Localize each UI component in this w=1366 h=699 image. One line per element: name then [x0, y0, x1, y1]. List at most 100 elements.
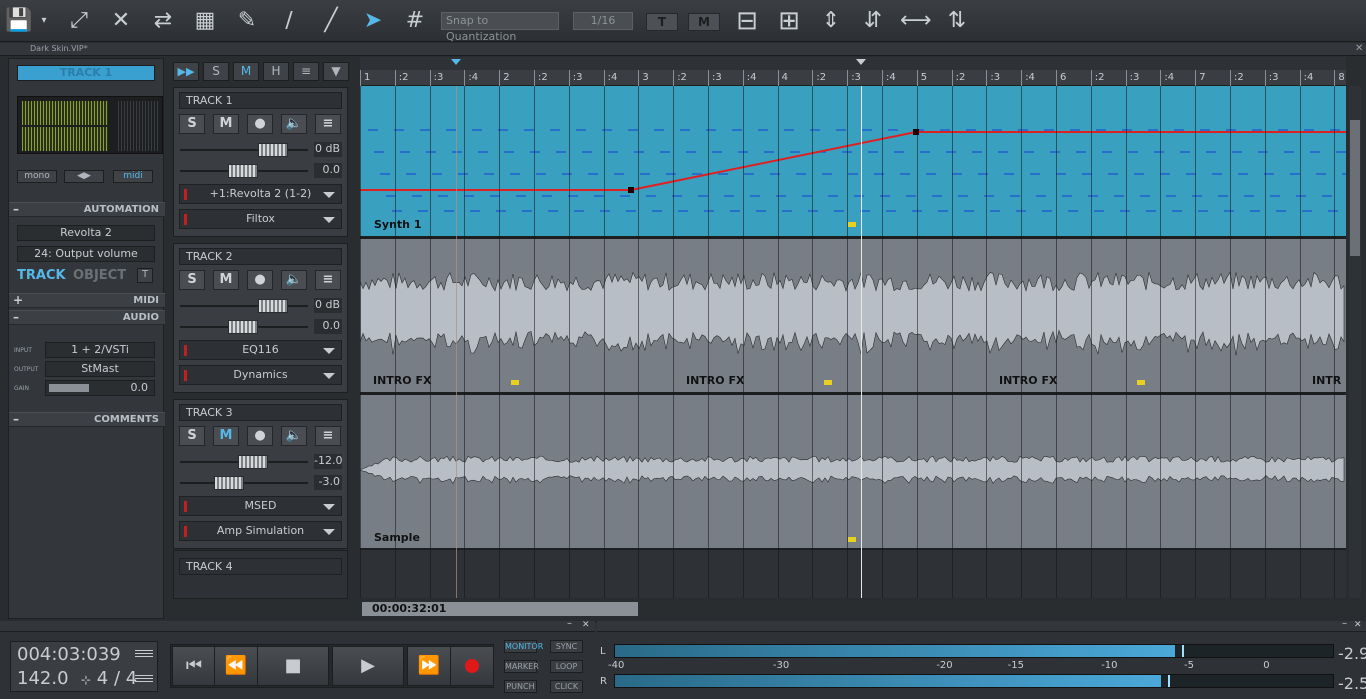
close-icon[interactable]: ✕ — [1354, 620, 1362, 630]
automation-parameter[interactable]: 24: Output volume — [17, 246, 155, 262]
close-icon[interactable]: ✕ — [582, 620, 590, 630]
timeline-ruler[interactable]: 1:2:3:4 2:2:3:4 3:2:3:4 4:2:3:4 5:2:3:4 6:2:3… — [360, 70, 1346, 86]
minimize-icon[interactable]: – — [1342, 618, 1347, 629]
routing-icon[interactable]: ≡ — [315, 270, 341, 290]
fast-forward-icon[interactable]: ⏩ — [407, 646, 451, 686]
volume-knob[interactable] — [238, 455, 268, 469]
crossfade-icon[interactable]: ⤢ — [64, 6, 94, 36]
pan-value[interactable]: -3.0 — [314, 475, 342, 490]
knife-icon[interactable]: ╱ — [316, 6, 346, 36]
compress-wave-icon[interactable]: ⇵ — [858, 6, 888, 36]
volume-slider[interactable] — [180, 143, 308, 157]
m-button[interactable]: M — [688, 13, 720, 31]
hide-button[interactable]: H — [263, 62, 289, 81]
record-arm-icon[interactable]: ● — [247, 270, 273, 290]
volume-knob[interactable] — [258, 299, 288, 313]
horizontal-scrollbar[interactable]: 00:00:32:01 — [360, 601, 1346, 617]
vertical-scrollbar[interactable] — [1349, 86, 1361, 598]
speaker-icon[interactable]: 🔈 — [281, 114, 307, 134]
clip-intro-fx-4[interactable]: INTR — [1312, 374, 1341, 387]
menu-icon[interactable] — [135, 650, 153, 658]
save-icon[interactable]: 💾 — [4, 6, 34, 36]
mono-button[interactable]: mono — [17, 170, 57, 183]
fx-slot-2[interactable]: Dynamics — [179, 365, 342, 385]
chevron-down-icon[interactable] — [323, 192, 335, 198]
input-select[interactable]: 1 + 2/VSTi — [45, 342, 155, 358]
monitor-button[interactable]: MONITOR — [504, 640, 543, 653]
tempo-display[interactable]: 142.0 — [17, 668, 69, 689]
midi-button[interactable]: midi — [113, 170, 153, 183]
volume-value[interactable]: 0 dB — [314, 142, 342, 157]
mute-button[interactable]: M — [213, 270, 239, 290]
position-display[interactable]: 004:03:039 — [17, 644, 121, 665]
chevron-down-icon[interactable] — [323, 373, 335, 379]
stereo-button[interactable]: ◀▶ — [64, 170, 104, 183]
output-select[interactable]: StMast — [45, 361, 155, 377]
pan-slider[interactable] — [180, 320, 308, 334]
solo-button[interactable]: S — [179, 114, 205, 134]
mute-button[interactable]: M — [213, 114, 239, 134]
solo-button[interactable]: S — [179, 270, 205, 290]
volume-slider[interactable] — [180, 299, 308, 313]
fit-vertical-icon[interactable]: ⇅ — [942, 6, 972, 36]
pan-slider[interactable] — [180, 476, 308, 490]
track-2-name[interactable]: TRACK 2 — [179, 248, 342, 265]
track-2-lane[interactable]: INTRO FX INTRO FX INTRO FX INTR — [360, 239, 1346, 392]
stop-icon[interactable]: ■ — [257, 646, 329, 686]
quantize-value[interactable]: 1/16 — [573, 12, 633, 30]
pan-knob[interactable] — [214, 476, 244, 490]
click-button[interactable]: CLICK — [550, 680, 583, 693]
t-button[interactable]: T — [646, 13, 678, 31]
playhead[interactable] — [861, 86, 862, 598]
track-3-lane[interactable]: Sample — [360, 395, 1346, 548]
record-arm-icon[interactable]: ● — [247, 426, 273, 446]
marker-icon[interactable]: ▼ — [323, 62, 349, 81]
fx-slot-2[interactable]: Amp Simulation — [179, 521, 342, 541]
rewind-start-icon[interactable]: ⏮ — [172, 646, 216, 686]
track-1-lane[interactable]: Synth 1 — [360, 86, 1346, 236]
punch-button[interactable]: PUNCH — [504, 680, 537, 693]
minimize-icon[interactable]: – — [567, 618, 572, 629]
signature-display[interactable]: ⊹ 4 / 4 — [81, 668, 137, 689]
chevron-down-icon[interactable] — [323, 348, 335, 354]
track-list-icon[interactable]: ≡ — [293, 62, 319, 81]
pan-value[interactable]: 0.0 — [314, 319, 342, 334]
pointer-icon[interactable]: ➤ — [358, 6, 388, 36]
line-icon[interactable]: ∕ — [274, 6, 304, 36]
volume-knob[interactable] — [258, 143, 288, 157]
volume-value[interactable]: 0 dB — [314, 298, 342, 313]
snap-to-quantization[interactable]: Snap to Quantization — [441, 12, 559, 43]
close-icon[interactable]: ✕ — [1355, 43, 1363, 55]
fx-slot-1[interactable]: +1:Revolta 2 (1-2) — [179, 184, 342, 204]
pan-knob[interactable] — [228, 320, 258, 334]
pan-knob[interactable] — [228, 164, 258, 178]
pan-slider[interactable] — [180, 164, 308, 178]
expand-wave-icon[interactable]: ⇕ — [816, 6, 846, 36]
track-header-3[interactable]: TRACK 3 S M ● 🔈 ≡ -12.0 -3.0 MSED Amp Simulation — [173, 399, 348, 549]
automation-curve[interactable] — [360, 86, 1346, 236]
sync-button[interactable]: SYNC — [550, 640, 583, 653]
object-tab[interactable]: OBJECT — [73, 268, 126, 283]
track-4-name[interactable]: TRACK 4 — [179, 558, 342, 575]
playhead-marker[interactable] — [856, 59, 866, 65]
draw-icon[interactable]: ✎ — [232, 6, 262, 36]
track-header-2[interactable]: TRACK 2 S M ● 🔈 ≡ 0 dB 0.0 EQ116 Dynamics — [173, 243, 348, 393]
track-4-lane[interactable] — [360, 550, 1346, 598]
record-arm-icon[interactable]: ● — [247, 114, 273, 134]
volume-slider[interactable] — [180, 455, 308, 469]
solo-button[interactable]: S — [179, 426, 205, 446]
rewind-icon[interactable]: ⏪ — [214, 646, 258, 686]
quantize-icon[interactable]: # — [400, 6, 430, 36]
record-button[interactable] — [450, 646, 494, 686]
marker-button[interactable]: MARKER — [504, 660, 539, 673]
fx-slot-1[interactable]: EQ116 — [179, 340, 342, 360]
fit-horizontal-icon[interactable]: ⟷ — [900, 6, 932, 36]
track-1-name[interactable]: TRACK 1 — [179, 92, 342, 109]
fx-slot-1[interactable]: MSED — [179, 496, 342, 516]
grid-icon[interactable]: ▦ — [190, 6, 220, 36]
delete-icon[interactable]: ✕ — [106, 6, 136, 36]
routing-icon[interactable]: ≡ — [315, 426, 341, 446]
mute-all-button[interactable]: M — [233, 62, 259, 81]
chevron-down-icon[interactable] — [323, 217, 335, 223]
track-tab[interactable]: TRACK — [17, 268, 66, 283]
